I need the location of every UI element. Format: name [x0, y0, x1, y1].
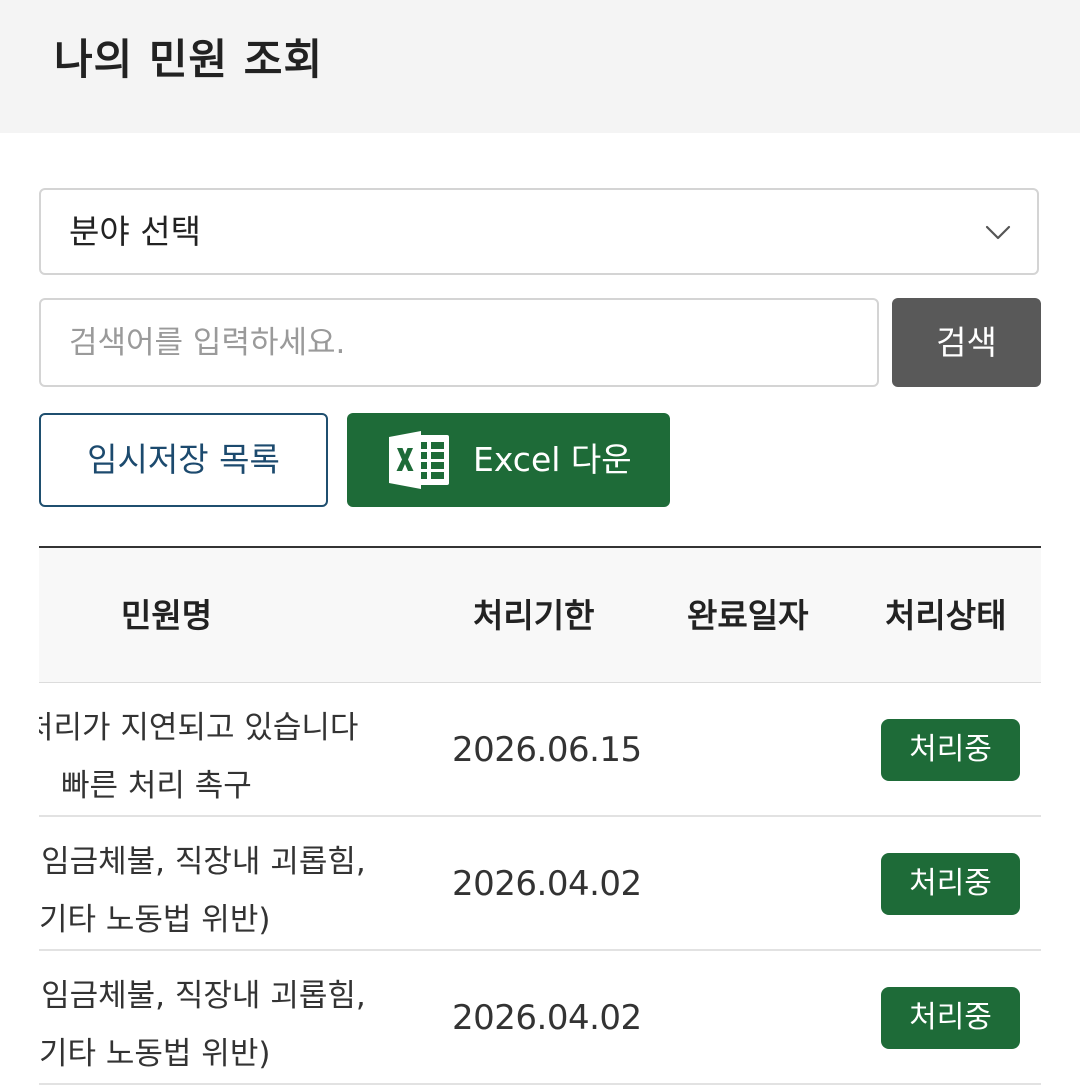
excel-button-label: Excel 다운 — [473, 440, 632, 479]
temp-save-list-button[interactable]: 임시저장 목록 — [39, 413, 328, 507]
complaint-name: (임금체불, 직장내 괴롭힘, 기타 노동법 위반) — [39, 967, 409, 1083]
excel-icon — [389, 431, 449, 489]
complaint-name-line1: (임금체불, 직장내 괴롭힘, — [39, 844, 366, 880]
table-row[interactable]: 처리가 지연되고 있습니다 빠른 처리 촉구 2026.06.15 처리중 — [39, 683, 1041, 817]
complaint-name: 처리가 지연되고 있습니다 빠른 처리 촉구 — [39, 699, 405, 815]
status-badge: 처리중 — [881, 853, 1020, 915]
chevron-down-icon — [985, 225, 1011, 240]
column-header-status: 처리상태 — [885, 596, 1007, 635]
complaint-table: 민원명 처리기한 완료일자 처리상태 처리가 지연되고 있습니다 빠른 처리 촉… — [39, 546, 1041, 1088]
column-header-name: 민원명 — [121, 596, 213, 635]
complaint-name-line2: 기타 노동법 위반) — [39, 1036, 271, 1072]
column-header-deadline: 처리기한 — [473, 596, 595, 635]
complaint-name-line1: (임금체불, 직장내 괴롭힘, — [39, 978, 366, 1014]
excel-download-button[interactable]: Excel 다운 — [347, 413, 670, 507]
status-badge: 처리중 — [881, 987, 1020, 1049]
column-header-completed: 완료일자 — [687, 596, 809, 635]
page-title: 나의 민원 조회 — [54, 35, 324, 84]
table-row[interactable]: (임금체불, 직장내 괴롭힘, 기타 노동법 위반) 2026.04.02 처리… — [39, 951, 1041, 1085]
search-button[interactable]: 검색 — [892, 298, 1041, 387]
table-row[interactable]: (임금체불, 직장내 괴롭힘, 기타 노동법 위반) 2026.04.02 처리… — [39, 817, 1041, 951]
deadline-date: 2026.04.02 — [452, 998, 642, 1038]
search-input[interactable] — [39, 298, 879, 387]
complaint-name: (임금체불, 직장내 괴롭힘, 기타 노동법 위반) — [39, 833, 409, 949]
page-header: 나의 민원 조회 — [0, 0, 1080, 133]
deadline-date: 2026.06.15 — [452, 730, 642, 770]
field-select[interactable]: 분야 선택 — [39, 188, 1039, 275]
deadline-date: 2026.04.02 — [452, 864, 642, 904]
complaint-name-line2: 빠른 처리 촉구 — [61, 768, 252, 804]
table-header: 민원명 처리기한 완료일자 처리상태 — [39, 548, 1041, 683]
field-select-value: 분야 선택 — [69, 212, 201, 251]
complaint-name-line1: 처리가 지연되고 있습니다 — [39, 710, 359, 746]
complaint-name-line2: 기타 노동법 위반) — [39, 902, 271, 938]
status-badge: 처리중 — [881, 719, 1020, 781]
